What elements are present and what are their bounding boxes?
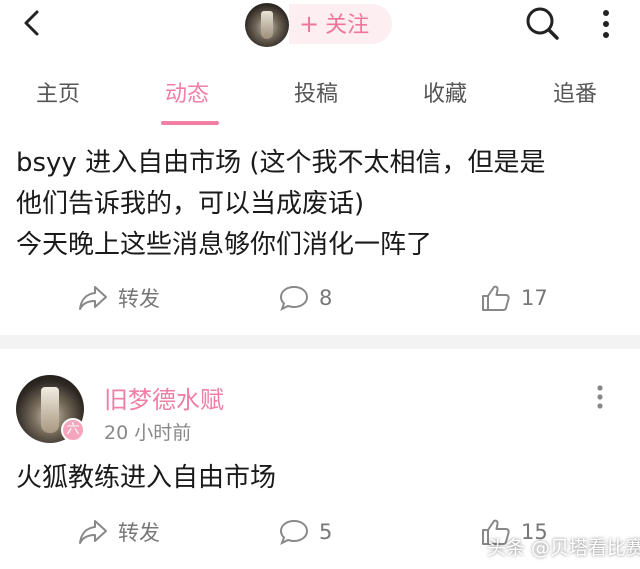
- post-line: 今天晚上这些消息够你们消化一阵了: [16, 230, 433, 260]
- comment-count: 8: [319, 286, 333, 310]
- like-button[interactable]: 17: [481, 278, 548, 318]
- share-label: 转发: [118, 521, 160, 545]
- top-bar: + 关注: [0, 0, 640, 54]
- more-vertical-icon[interactable]: [594, 6, 618, 42]
- more-vertical-icon[interactable]: [590, 382, 610, 412]
- level-badge: 六: [61, 418, 85, 442]
- search-icon[interactable]: [523, 4, 561, 42]
- post-actions: 转发 8 17: [0, 278, 640, 318]
- post-line: bsyy 进入自由市场 (这个我不太相信，但是是: [16, 148, 546, 178]
- share-button[interactable]: 转发: [78, 512, 160, 552]
- post-body[interactable]: 火狐教练进入自由市场: [16, 458, 276, 498]
- active-tab-indicator: [161, 121, 219, 125]
- tab-anime-follow[interactable]: 追番: [553, 76, 597, 108]
- thumbs-up-icon: [482, 285, 510, 311]
- post-timestamp: 20 小时前: [104, 422, 192, 444]
- post-body[interactable]: bsyy 进入自由市场 (这个我不太相信，但是是 他们告诉我的，可以当成废话) …: [16, 143, 626, 266]
- share-icon: [79, 286, 107, 310]
- follow-label: 关注: [325, 13, 370, 38]
- comment-button[interactable]: 5: [279, 512, 332, 552]
- back-arrow-icon[interactable]: [18, 8, 48, 38]
- post-line: 他们告诉我的，可以当成废话): [16, 189, 365, 219]
- profile-tabs: 主页 动态 投稿 收藏 追番: [0, 60, 640, 130]
- plus-icon: +: [299, 10, 320, 38]
- tab-dynamics[interactable]: 动态: [165, 76, 209, 108]
- user-avatar[interactable]: [245, 3, 289, 47]
- comment-icon: [279, 285, 309, 311]
- like-count: 17: [521, 286, 548, 310]
- comment-icon: [279, 519, 309, 545]
- watermark: 头条 @贝塔看比赛: [487, 537, 640, 559]
- tab-home[interactable]: 主页: [36, 76, 80, 108]
- share-button[interactable]: 转发: [78, 278, 160, 318]
- tab-favorites[interactable]: 收藏: [423, 76, 467, 108]
- comment-button[interactable]: 8: [279, 278, 332, 318]
- comment-count: 5: [319, 520, 333, 544]
- follow-button[interactable]: + 关注: [289, 4, 392, 44]
- share-label: 转发: [118, 287, 160, 311]
- author-name[interactable]: 旧梦德水赋: [104, 380, 224, 415]
- share-icon: [79, 520, 107, 544]
- post-divider: [0, 335, 640, 349]
- tab-submissions[interactable]: 投稿: [294, 76, 338, 108]
